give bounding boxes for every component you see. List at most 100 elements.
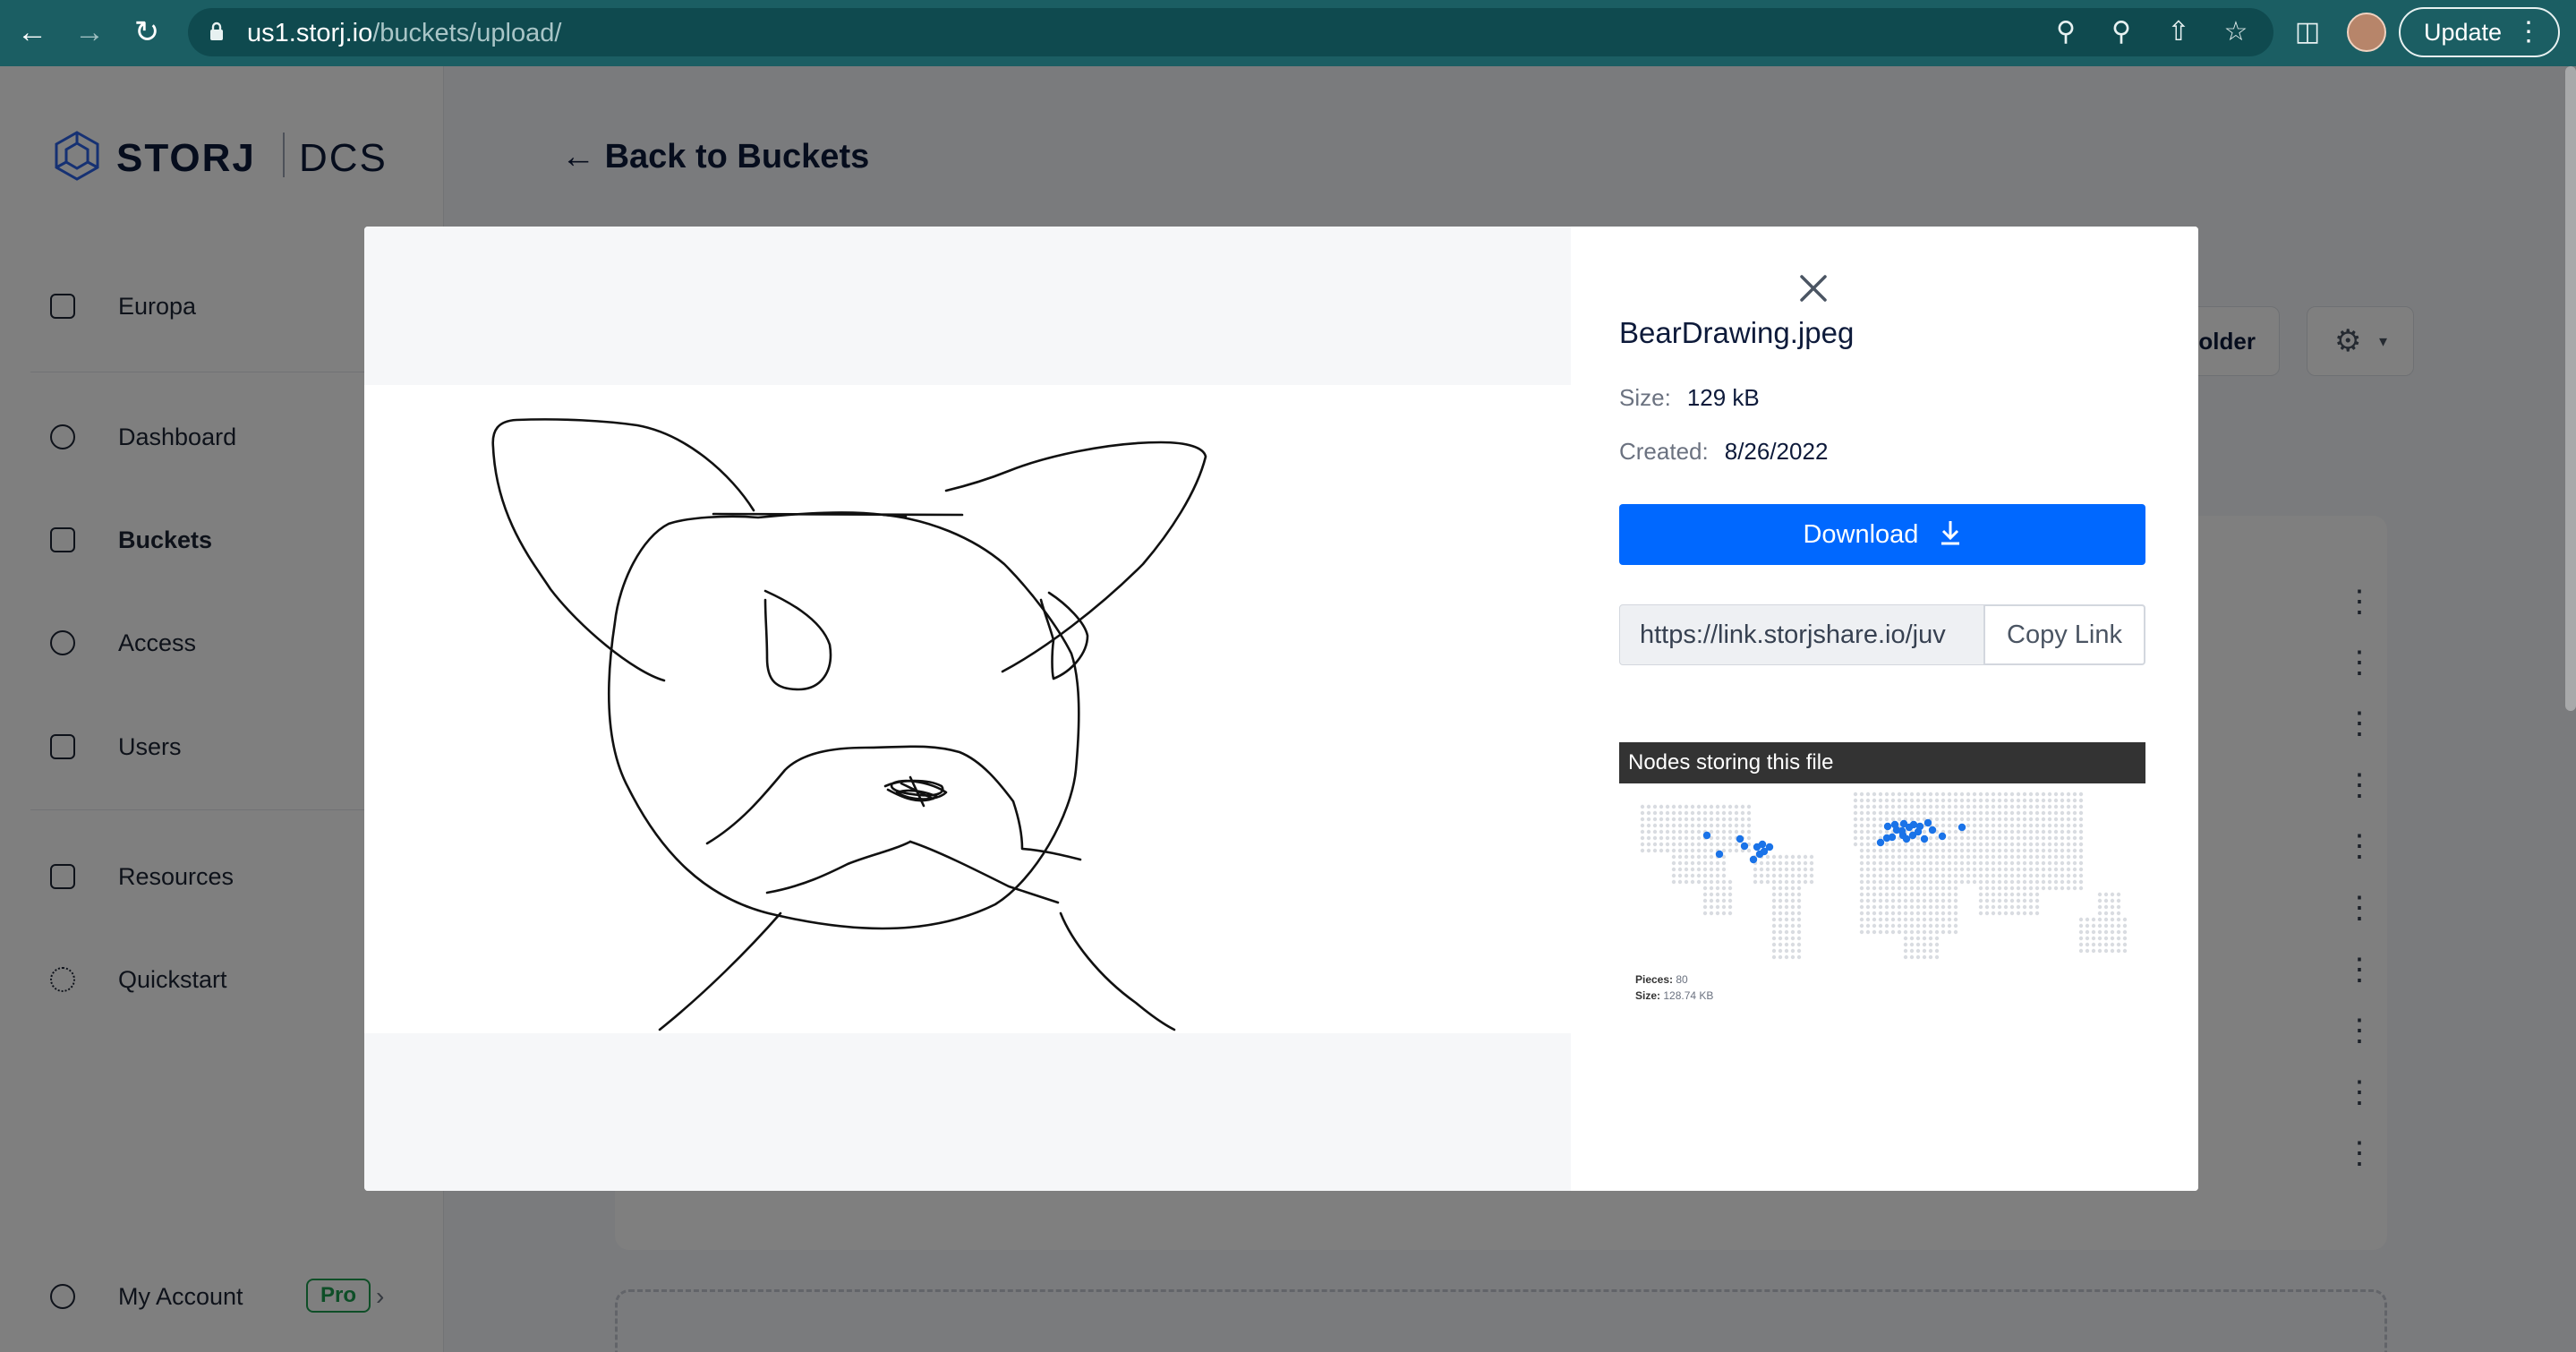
land-dot [2009,829,2015,834]
key-icon[interactable]: ⚲ [2050,16,2082,48]
land-dot [1909,842,1915,847]
land-dot [1941,898,1946,903]
land-dot [1684,867,1689,872]
land-dot [1997,835,2002,841]
copy-link-button[interactable]: Copy Link [1983,604,2145,665]
land-dot [2022,804,2027,809]
update-button[interactable]: Update ⋮ [2399,7,2560,57]
land-dot [2060,804,2065,809]
land-dot [1928,835,1933,841]
node-marker [1958,823,1966,832]
land-dot [1978,817,1983,822]
land-dot [1727,823,1733,828]
forward-arrow-icon[interactable]: → [73,16,106,48]
reload-icon[interactable]: ↻ [131,16,163,48]
share-link-input[interactable]: https://link.storjshare.io/juv [1619,604,1984,665]
land-dot [1878,904,1883,910]
land-dot [1909,942,1915,947]
land-dot [1859,842,1864,847]
land-dot [1784,873,1789,878]
land-dot [1872,792,1877,797]
land-dot [1646,823,1651,828]
land-dot [1934,886,1940,891]
file-created-date: 8/26/2022 [1724,438,1829,465]
land-dot [1959,860,1965,866]
land-dot [1715,829,1720,834]
land-dot [1909,792,1915,797]
land-dot [1715,904,1720,910]
land-dot [1734,817,1739,822]
scrollbar[interactable] [2565,66,2576,711]
land-dot [1991,854,1996,860]
land-dot [2122,923,2128,928]
close-icon[interactable] [1796,271,1830,305]
address-bar[interactable]: us1.storj.io/buckets/upload/ [188,8,2273,56]
land-dot [1959,810,1965,816]
land-dot [1677,835,1683,841]
land-dot [1646,848,1651,853]
land-dot [1734,829,1739,834]
land-dot [1909,917,1915,922]
share-icon[interactable]: ⇧ [2162,16,2195,48]
share-link-group: https://link.storjshare.io/juv Copy Link [1619,604,2145,665]
land-dot [1859,823,1864,828]
back-arrow-icon[interactable]: ← [16,16,48,48]
land-dot [1859,835,1864,841]
land-dot [1922,804,1927,809]
sidepanel-icon[interactable]: ◫ [2291,16,2324,48]
star-icon[interactable]: ☆ [2220,16,2252,48]
land-dot [1696,860,1702,866]
land-dot [2016,892,2021,897]
download-button[interactable]: Download [1619,504,2145,565]
land-dot [1677,810,1683,816]
land-dot [1671,835,1676,841]
land-dot [1640,842,1645,847]
land-dot [2028,854,2034,860]
land-dot [1928,923,1933,928]
land-dot [1897,911,1902,916]
land-dot [2053,842,2059,847]
land-dot [1903,804,1908,809]
land-dot [1922,873,1927,878]
land-dot [1702,854,1708,860]
land-dot [1890,867,1896,872]
land-dot [1978,911,1983,916]
land-dot [1784,898,1789,903]
land-dot [2103,911,2109,916]
land-dot [1652,842,1658,847]
land-dot [2016,792,2021,797]
land-dot [1890,879,1896,885]
land-dot [1915,904,1921,910]
land-dot [1997,898,2002,903]
land-dot [1884,892,1889,897]
land-dot [1753,879,1758,885]
land-dot [1677,829,1683,834]
land-dot [2078,873,2084,878]
land-dot [1997,860,2002,866]
land-dot [1966,823,1971,828]
land-dot [1790,886,1796,891]
avatar[interactable] [2347,13,2386,52]
land-dot [1984,804,1990,809]
land-dot [2110,936,2115,941]
land-dot [1778,892,1783,897]
land-dot [1915,954,1921,960]
land-dot [1727,879,1733,885]
land-dot [1715,867,1720,872]
land-dot [1796,854,1802,860]
land-dot [1941,842,1946,847]
land-dot [1646,829,1651,834]
land-dot [1897,886,1902,891]
land-dot [1890,873,1896,878]
land-dot [2016,848,2021,853]
land-dot [2053,798,2059,803]
zoom-icon[interactable]: ⚲ [2105,16,2137,48]
land-dot [2009,879,2015,885]
land-dot [1922,923,1927,928]
land-dot [1897,923,1902,928]
land-dot [1890,792,1896,797]
land-dot [1853,829,1858,834]
land-dot [1991,842,1996,847]
land-dot [1947,854,1952,860]
land-dot [1941,917,1946,922]
